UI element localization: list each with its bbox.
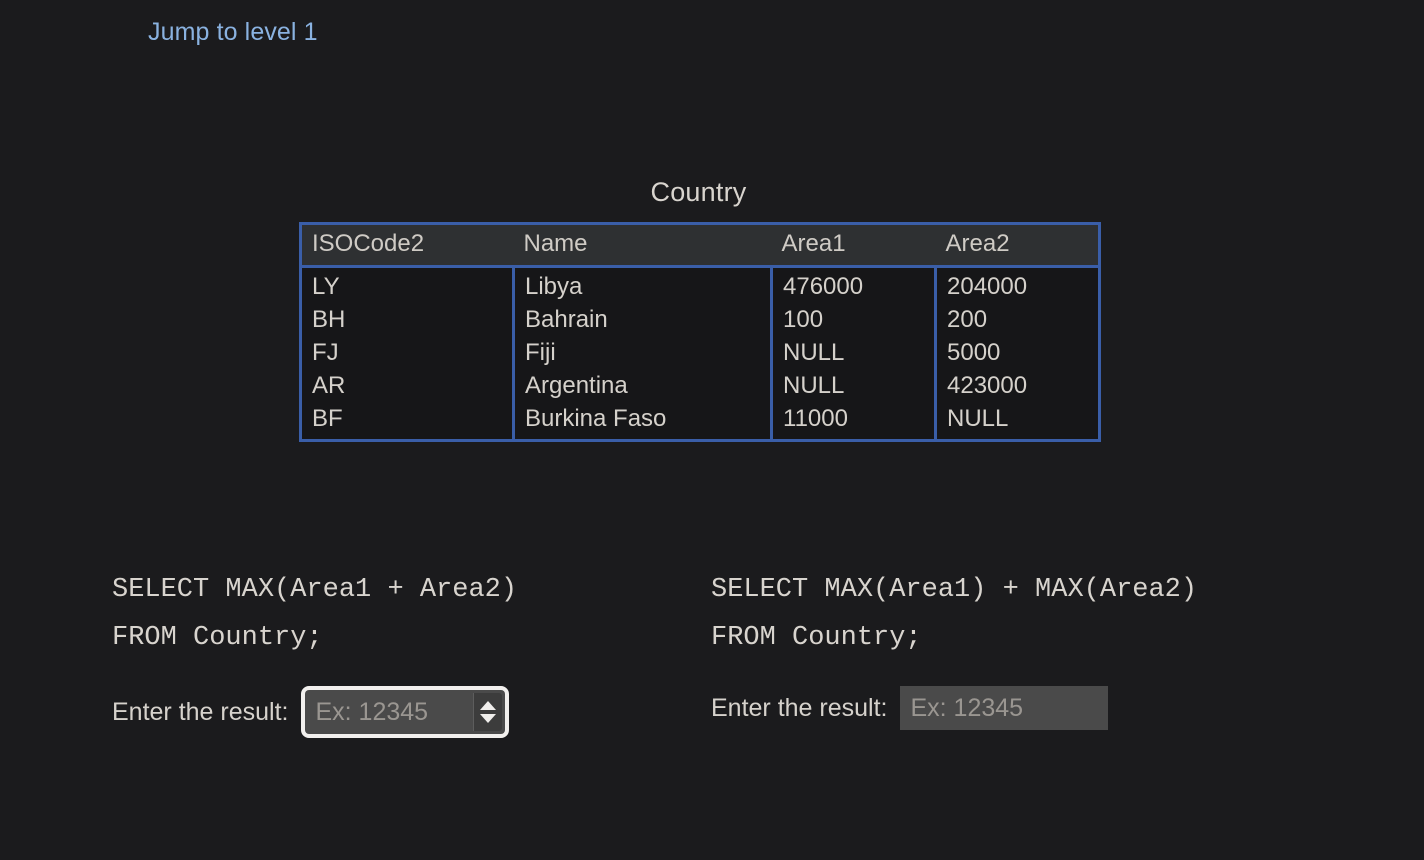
number-stepper-1[interactable] — [473, 693, 503, 731]
table-row: BH Bahrain 100 200 — [300, 304, 1100, 337]
answer-input-2[interactable] — [900, 686, 1109, 730]
answer-row-2: Enter the result: — [711, 686, 1197, 730]
column-header-isocode2: ISOCode2 — [300, 223, 514, 268]
column-header-name: Name — [513, 223, 772, 268]
answer-row-1: Enter the result: — [112, 686, 517, 738]
cell-area2: 5000 — [934, 337, 1100, 370]
table-row: AR Argentina NULL 423000 — [300, 370, 1100, 403]
table-row: LY Libya 476000 204000 — [300, 266, 1100, 304]
cell-area1: NULL — [770, 337, 936, 370]
cell-name: Bahrain — [512, 304, 772, 337]
country-table: ISOCode2 Name Area1 Area2 LY Libya 47600… — [299, 222, 1101, 442]
sql-query-1-line-1: SELECT MAX(Area1 + Area2) — [112, 575, 518, 605]
cell-name: Libya — [512, 266, 772, 304]
answer-input-wrapper-1 — [301, 686, 510, 738]
stepper-up-icon[interactable] — [480, 701, 497, 710]
cell-name: Burkina Faso — [512, 403, 772, 441]
cell-area2: 204000 — [934, 266, 1100, 304]
answer-label-2: Enter the result: — [711, 694, 888, 722]
column-header-area1: Area1 — [771, 223, 936, 268]
cell-area1: 476000 — [770, 266, 936, 304]
cell-name: Argentina — [512, 370, 772, 403]
cell-isocode2: FJ — [300, 337, 514, 370]
stepper-down-icon[interactable] — [480, 714, 497, 723]
cell-area1: NULL — [770, 370, 936, 403]
cell-name: Fiji — [512, 337, 772, 370]
sql-query-2-line-1: SELECT MAX(Area1) + MAX(Area2) — [711, 575, 1198, 605]
cell-isocode2: AR — [300, 370, 514, 403]
country-table-block: Country ISOCode2 Name Area1 Area2 LY Lib… — [299, 176, 1101, 442]
sql-query-1-line-2: FROM Country; — [112, 623, 323, 653]
table-caption: Country — [650, 177, 747, 207]
table-header-row: ISOCode2 Name Area1 Area2 — [300, 223, 1100, 268]
cell-area1: 100 — [770, 304, 936, 337]
question-2: SELECT MAX(Area1) + MAX(Area2) FROM Coun… — [711, 566, 1197, 730]
answer-input-wrapper-2 — [900, 686, 1109, 730]
sql-query-2-line-2: FROM Country; — [711, 623, 922, 653]
table-row: BF Burkina Faso 11000 NULL — [300, 403, 1100, 441]
jump-to-level-link[interactable]: Jump to level 1 — [148, 17, 318, 47]
cell-isocode2: LY — [300, 266, 514, 304]
column-header-area2: Area2 — [935, 223, 1100, 268]
table-row: FJ Fiji NULL 5000 — [300, 337, 1100, 370]
cell-area2: 423000 — [934, 370, 1100, 403]
cell-area2: 200 — [934, 304, 1100, 337]
cell-area2: NULL — [934, 403, 1100, 441]
answer-label-1: Enter the result: — [112, 698, 289, 726]
cell-isocode2: BF — [300, 403, 514, 441]
cell-isocode2: BH — [300, 304, 514, 337]
question-1: SELECT MAX(Area1 + Area2) FROM Country; … — [112, 566, 517, 738]
cell-area1: 11000 — [770, 403, 936, 441]
